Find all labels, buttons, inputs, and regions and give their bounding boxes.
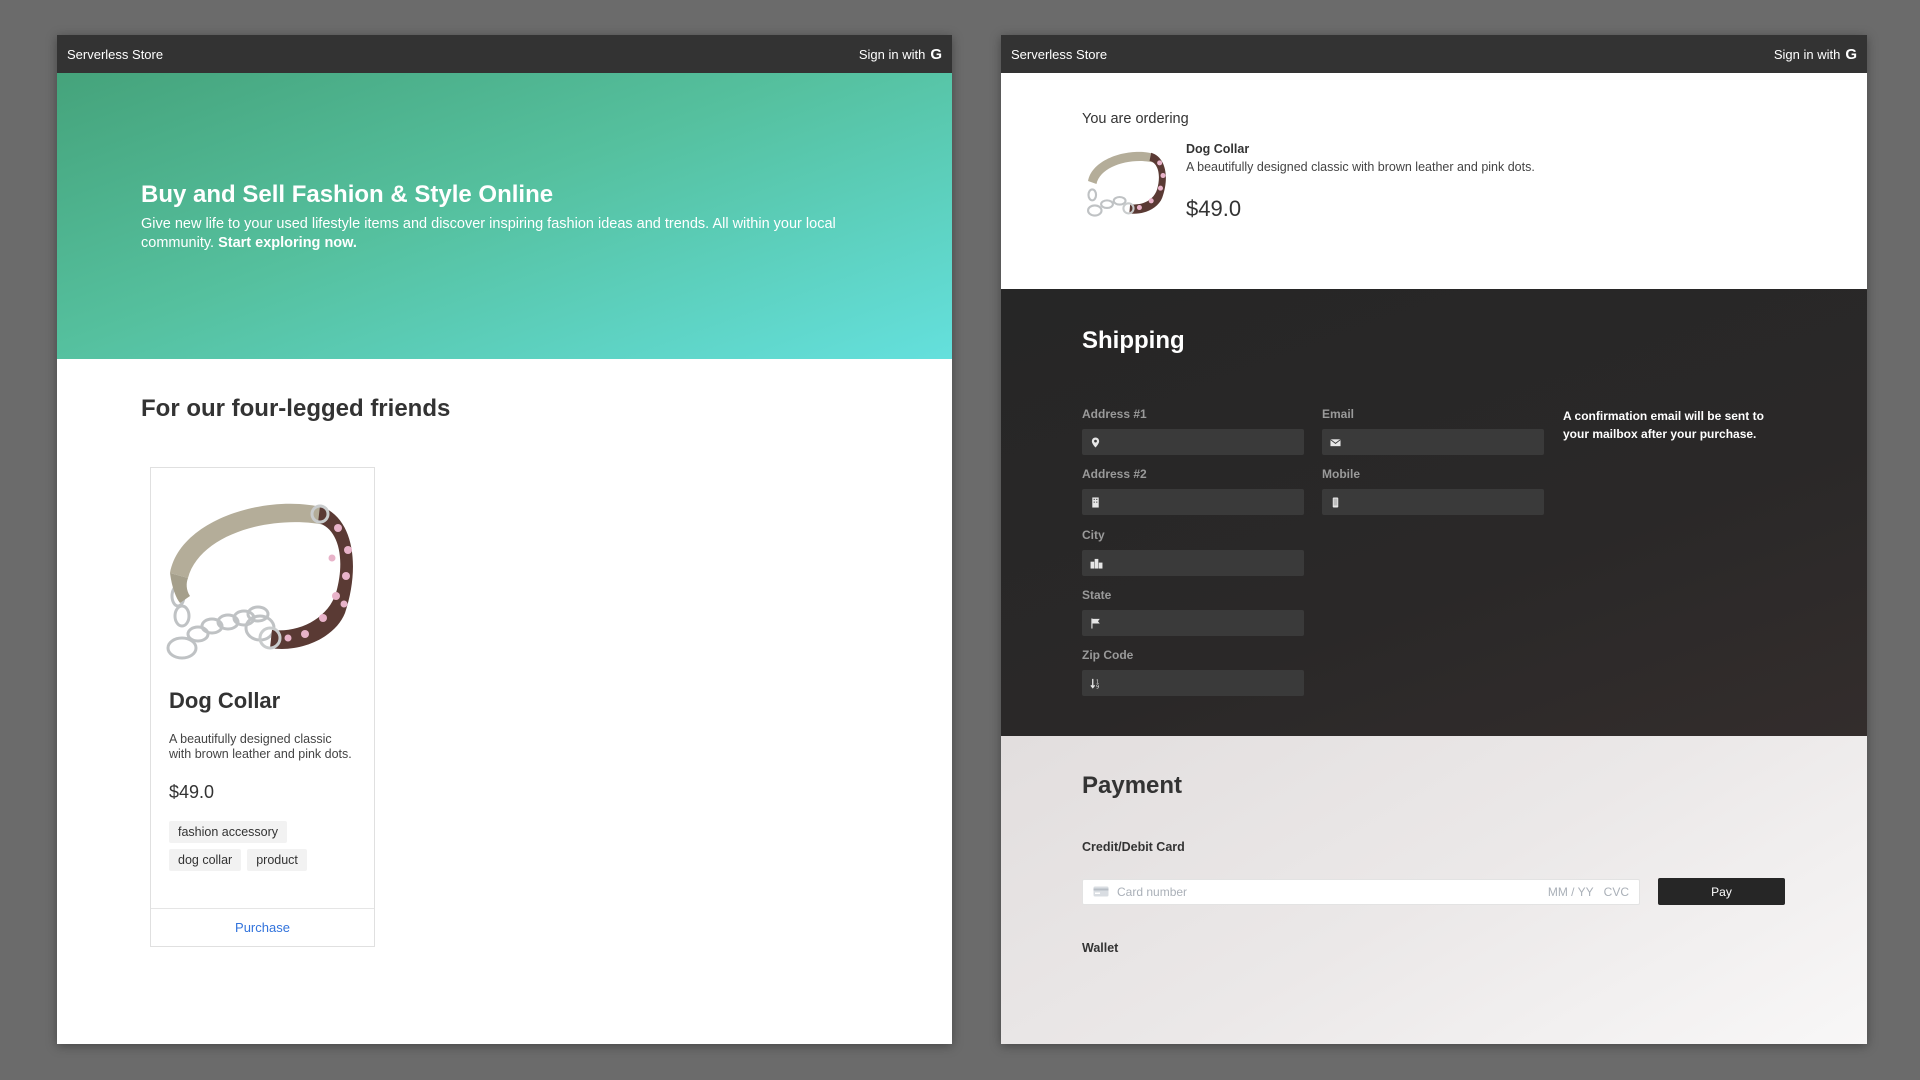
google-icon: G [930, 45, 942, 63]
mobile-label: Mobile [1322, 467, 1360, 481]
checkout-window: Serverless Store Sign in with G You are … [1001, 35, 1867, 1044]
city-label: City [1082, 528, 1105, 542]
navbar: Serverless Store Sign in with G [57, 35, 952, 73]
signin-button[interactable]: Sign in with G [859, 46, 942, 63]
email-label: Email [1322, 407, 1355, 421]
navbar: Serverless Store Sign in with G [1001, 35, 1867, 73]
state-input[interactable] [1082, 610, 1304, 636]
shipping-title: Shipping [1082, 327, 1185, 354]
address1-label: Address #1 [1082, 407, 1147, 421]
payment-section: Payment Credit/Debit Card Card number MM… [1001, 736, 1867, 1044]
address1-field-group: Address #1 [1082, 407, 1304, 455]
order-product-description: A beautifully designed classic with brow… [1186, 160, 1535, 174]
state-field-group: State [1082, 588, 1304, 636]
signin-label: Sign in with [858, 46, 926, 62]
city-field-group: City [1082, 528, 1304, 576]
product-image [151, 468, 374, 678]
hero-cta: Start exploring now. [218, 235, 357, 251]
email-input[interactable] [1322, 429, 1544, 455]
product-price: $49.0 [169, 782, 215, 802]
svg-text:9: 9 [1096, 684, 1099, 688]
card-number-input[interactable]: Card number MM / YY CVC [1082, 878, 1640, 905]
product-tags: fashion accessory dog collar product [169, 821, 354, 871]
product-description: A beautifully designed classic with brow… [169, 732, 352, 761]
tag[interactable]: product [247, 849, 307, 871]
tag[interactable]: fashion accessory [169, 821, 288, 843]
address2-field-group: Address #2 [1082, 467, 1304, 515]
order-price: $49.0 [1186, 196, 1242, 221]
dog-collar-image [166, 503, 353, 660]
dog-collar-thumbnail [1087, 151, 1166, 217]
city-input[interactable] [1082, 550, 1304, 576]
product-card: Dog Collar A beautifully designed classi… [150, 467, 375, 947]
order-item: Dog Collar A beautifully designed classi… [1082, 141, 1867, 222]
brand-link[interactable]: Serverless Store [1011, 47, 1107, 62]
zip-field-group: Zip Code 19 [1082, 648, 1304, 696]
wallet-label: Wallet [1082, 941, 1119, 955]
zip-input[interactable]: 19 [1082, 670, 1304, 696]
order-product-name: Dog Collar [1186, 142, 1250, 156]
section-title: For our four-legged friends [141, 395, 451, 422]
mobile-input[interactable] [1322, 489, 1544, 515]
flag-icon [1091, 617, 1100, 629]
map-marker-icon [1091, 436, 1100, 448]
signin-label: Sign in with [1773, 46, 1841, 62]
cvc-placeholder[interactable]: CVC [1604, 885, 1629, 899]
google-icon: G [1845, 45, 1857, 63]
payment-title: Payment [1082, 772, 1183, 799]
email-field-group: Email [1322, 407, 1544, 455]
credit-card-icon [1093, 886, 1109, 897]
address2-input[interactable] [1082, 489, 1304, 515]
mobile-field-group: Mobile [1322, 467, 1544, 515]
order-details: Dog Collar A beautifully designed classi… [1186, 141, 1535, 222]
store-window: Serverless Store Sign in with G Buy and … [57, 35, 952, 1044]
hero-title: Buy and Sell Fashion & Style Online [141, 181, 554, 208]
mobile-phone-icon [1332, 496, 1339, 508]
state-label: State [1082, 588, 1112, 602]
hero-banner: Buy and Sell Fashion & Style Online Give… [57, 73, 952, 359]
shipping-section: Shipping Address #1 Address #2 City Stat… [1001, 289, 1867, 736]
address2-label: Address #2 [1082, 467, 1147, 481]
expiry-placeholder[interactable]: MM / YY [1548, 885, 1594, 899]
order-summary: You are ordering Dog Collar A beautifull… [1001, 73, 1867, 289]
city-icon [1090, 558, 1103, 569]
sort-numeric-icon: 19 [1090, 678, 1099, 689]
address1-input[interactable] [1082, 429, 1304, 455]
envelope-icon [1330, 438, 1341, 446]
pay-button[interactable]: Pay [1658, 878, 1785, 905]
card-section-label: Credit/Debit Card [1082, 840, 1185, 854]
confirmation-note: A confirmation email will be sent to you… [1563, 409, 1764, 441]
product-title: Dog Collar [169, 688, 281, 713]
card-input-row: Card number MM / YY CVC Pay [1082, 878, 1867, 905]
brand-link[interactable]: Serverless Store [67, 47, 163, 62]
building-icon [1092, 496, 1099, 508]
card-number-placeholder: Card number [1117, 884, 1188, 899]
ordering-label: You are ordering [1082, 111, 1189, 127]
tag[interactable]: dog collar [169, 849, 242, 871]
hero-subtitle: Give new life to your used lifestyle ite… [141, 215, 861, 253]
purchase-button[interactable]: Purchase [151, 908, 374, 946]
signin-button[interactable]: Sign in with G [1774, 46, 1857, 63]
zip-label: Zip Code [1082, 648, 1134, 662]
